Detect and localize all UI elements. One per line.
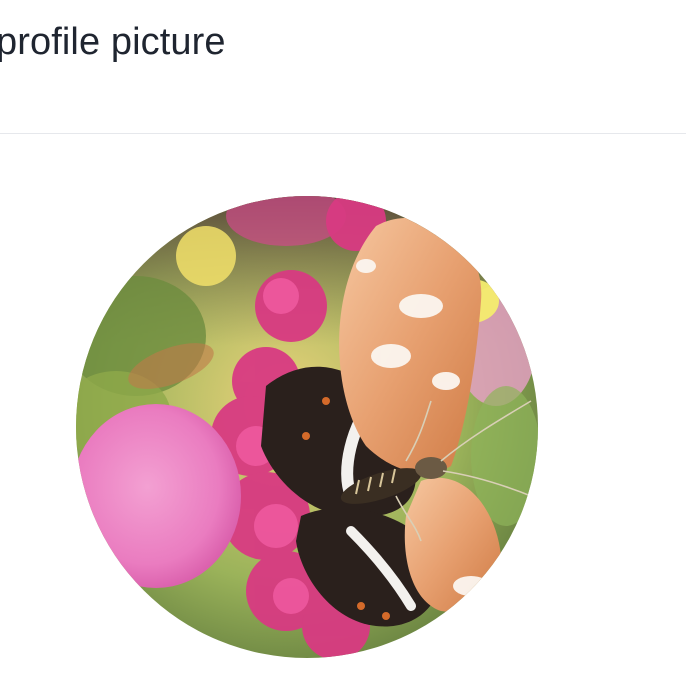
avatar-photo: [76, 196, 538, 658]
page: profile picture: [0, 0, 686, 686]
header-bar: profile picture: [0, 0, 686, 134]
page-title: profile picture: [0, 21, 226, 63]
profile-picture-avatar[interactable]: [76, 196, 538, 658]
